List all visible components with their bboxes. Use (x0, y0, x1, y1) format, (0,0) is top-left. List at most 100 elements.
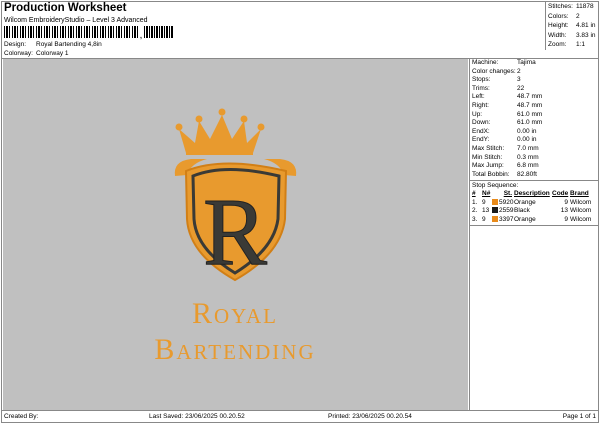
column-header: Description (514, 190, 550, 198)
column-header: # (472, 190, 476, 198)
column-header: St. (503, 190, 512, 198)
stats-box: Stitches: 11878 Colors: 2 Height: 4.81 in W… (545, 2, 599, 50)
machine-value: 0.00 in (517, 136, 537, 144)
machine-label: Up: (472, 110, 483, 118)
stitch-count: 5920 (499, 198, 514, 206)
stat-label: Height: (548, 22, 569, 29)
design-row: Design: Royal Bartending 4,8in (4, 41, 102, 48)
machine-value: 48.7 mm (517, 93, 543, 101)
machine-label: Total Bobbin: (472, 170, 510, 178)
code: 9 (564, 215, 568, 223)
design-label: Design: (4, 41, 27, 48)
machine-label: EndY: (472, 136, 490, 144)
machine-value: 0.3 mm (517, 153, 539, 161)
machine-value: 61.0 mm (517, 110, 543, 118)
machine-label: Color changes: (472, 67, 516, 75)
footer: Created By: Last Saved: 23/06/2025 00.20… (1, 411, 599, 423)
machine-row: Right: 48.7 mm (470, 102, 598, 111)
stitch-count-cell: 5920 (492, 198, 514, 208)
machine-row: Total Bobbin: 82.80ft (470, 171, 598, 180)
created-by: Created By: (4, 413, 39, 420)
machine-value: 22 (517, 84, 525, 92)
design-text-line2: Bartending (154, 333, 315, 366)
machine-label: Max Stitch: (472, 144, 505, 152)
stat-label: Colors: (548, 12, 569, 20)
row-index: 3. (472, 215, 478, 223)
machine-row: Trims: 22 (470, 85, 598, 94)
brand: Wilcom (570, 198, 592, 206)
stat-value: 4.81 in (576, 22, 596, 29)
design-text-line1: Royal (192, 297, 278, 330)
stitch-count: 2559 (499, 207, 514, 215)
machine-value: 3 (517, 76, 521, 84)
machine-row: Color changes: 2 (470, 68, 598, 77)
stat-value: 3.83 in (576, 31, 596, 39)
machine-row: Stops: 3 (470, 76, 598, 85)
machine-row: Max Jump: 6.8 mm (470, 162, 598, 171)
row-index: 2. (472, 207, 478, 215)
machine-row: EndX: 0.00 in (470, 128, 598, 137)
page-title: Production Worksheet (4, 2, 127, 14)
machine-label: Min Stitch: (472, 153, 503, 161)
machine-value: 2 (517, 67, 521, 75)
stitch-count-cell: 2559 (492, 207, 514, 216)
stat-value: 11878 (576, 3, 594, 10)
stat-value: 2 (576, 12, 580, 20)
page-number: Page 1 of 1 (562, 413, 596, 420)
machine-value: 6.8 mm (517, 162, 539, 170)
machine-value: 7.0 mm (517, 144, 539, 152)
stop-sequence-table: # N# St. Description Code Brand 1. 9 5920 Orange 9… (470, 190, 598, 224)
machine-row: Left: 48.7 mm (470, 93, 598, 102)
machine-value: 0.00 in (517, 127, 537, 135)
description: Orange (514, 215, 536, 223)
colorway-value: Colorway 1 (36, 50, 69, 57)
machine-label: Trims: (472, 84, 490, 92)
barcode-separator: , (140, 33, 142, 40)
machine-label: Down: (472, 119, 491, 127)
color-swatch (492, 215, 498, 222)
brand: Wilcom (570, 207, 592, 215)
machine-value: Tajima (517, 59, 536, 66)
machine-row: EndY: 0.00 in (470, 136, 598, 145)
needle: 13 (482, 207, 490, 215)
needle: 9 (482, 198, 486, 206)
machine-row: Down: 61.0 mm (470, 119, 598, 128)
stat-row: Colors: 2 (548, 12, 599, 22)
stat-row: Width: 3.83 in (548, 31, 599, 41)
description: Black (514, 207, 530, 215)
machine-row: Machine: Tajima (470, 59, 598, 68)
barcode-tail (144, 26, 174, 38)
column-header: Code (552, 190, 569, 198)
design-preview: R Royal Bartending (3, 59, 468, 410)
design-value: Royal Bartending 4,8in (36, 41, 102, 48)
machine-value: 48.7 mm (517, 101, 543, 109)
machine-row: Max Stitch: 7.0 mm (470, 145, 598, 154)
stat-row: Stitches: 11878 (548, 2, 599, 12)
machine-label: Right: (472, 101, 489, 109)
embroidery-design: R Royal Bartending (154, 108, 315, 366)
colorway-row: Colorway: Colorway 1 (4, 50, 69, 57)
code: 13 (560, 207, 568, 215)
software-name: Wilcom EmbroideryStudio – Level 3 Advanc… (4, 17, 148, 24)
stat-row: Height: 4.81 in (548, 21, 599, 31)
brand: Wilcom (570, 215, 592, 223)
stat-row: Zoom: 1:1 (548, 40, 599, 50)
machine-value: 61.0 mm (517, 119, 543, 127)
machine-label: Stops: (472, 76, 491, 84)
code: 9 (564, 198, 568, 206)
needle: 9 (482, 215, 486, 223)
stat-label: Stitches: (548, 3, 573, 10)
column-header: N# (482, 190, 491, 198)
description: Orange (514, 198, 536, 206)
stitch-count: 3397 (499, 215, 514, 223)
machine-row: Up: 61.0 mm (470, 111, 598, 120)
machine-label: Machine: (472, 59, 499, 66)
barcode (4, 26, 139, 38)
colorway-label: Colorway: (4, 50, 33, 57)
machine-label: EndX: (472, 127, 490, 135)
stat-label: Width: (548, 31, 567, 39)
machine-row: Min Stitch: 0.3 mm (470, 154, 598, 163)
color-swatch (492, 198, 498, 205)
monogram-letter: R (203, 178, 267, 285)
column-header: Brand (570, 190, 589, 198)
